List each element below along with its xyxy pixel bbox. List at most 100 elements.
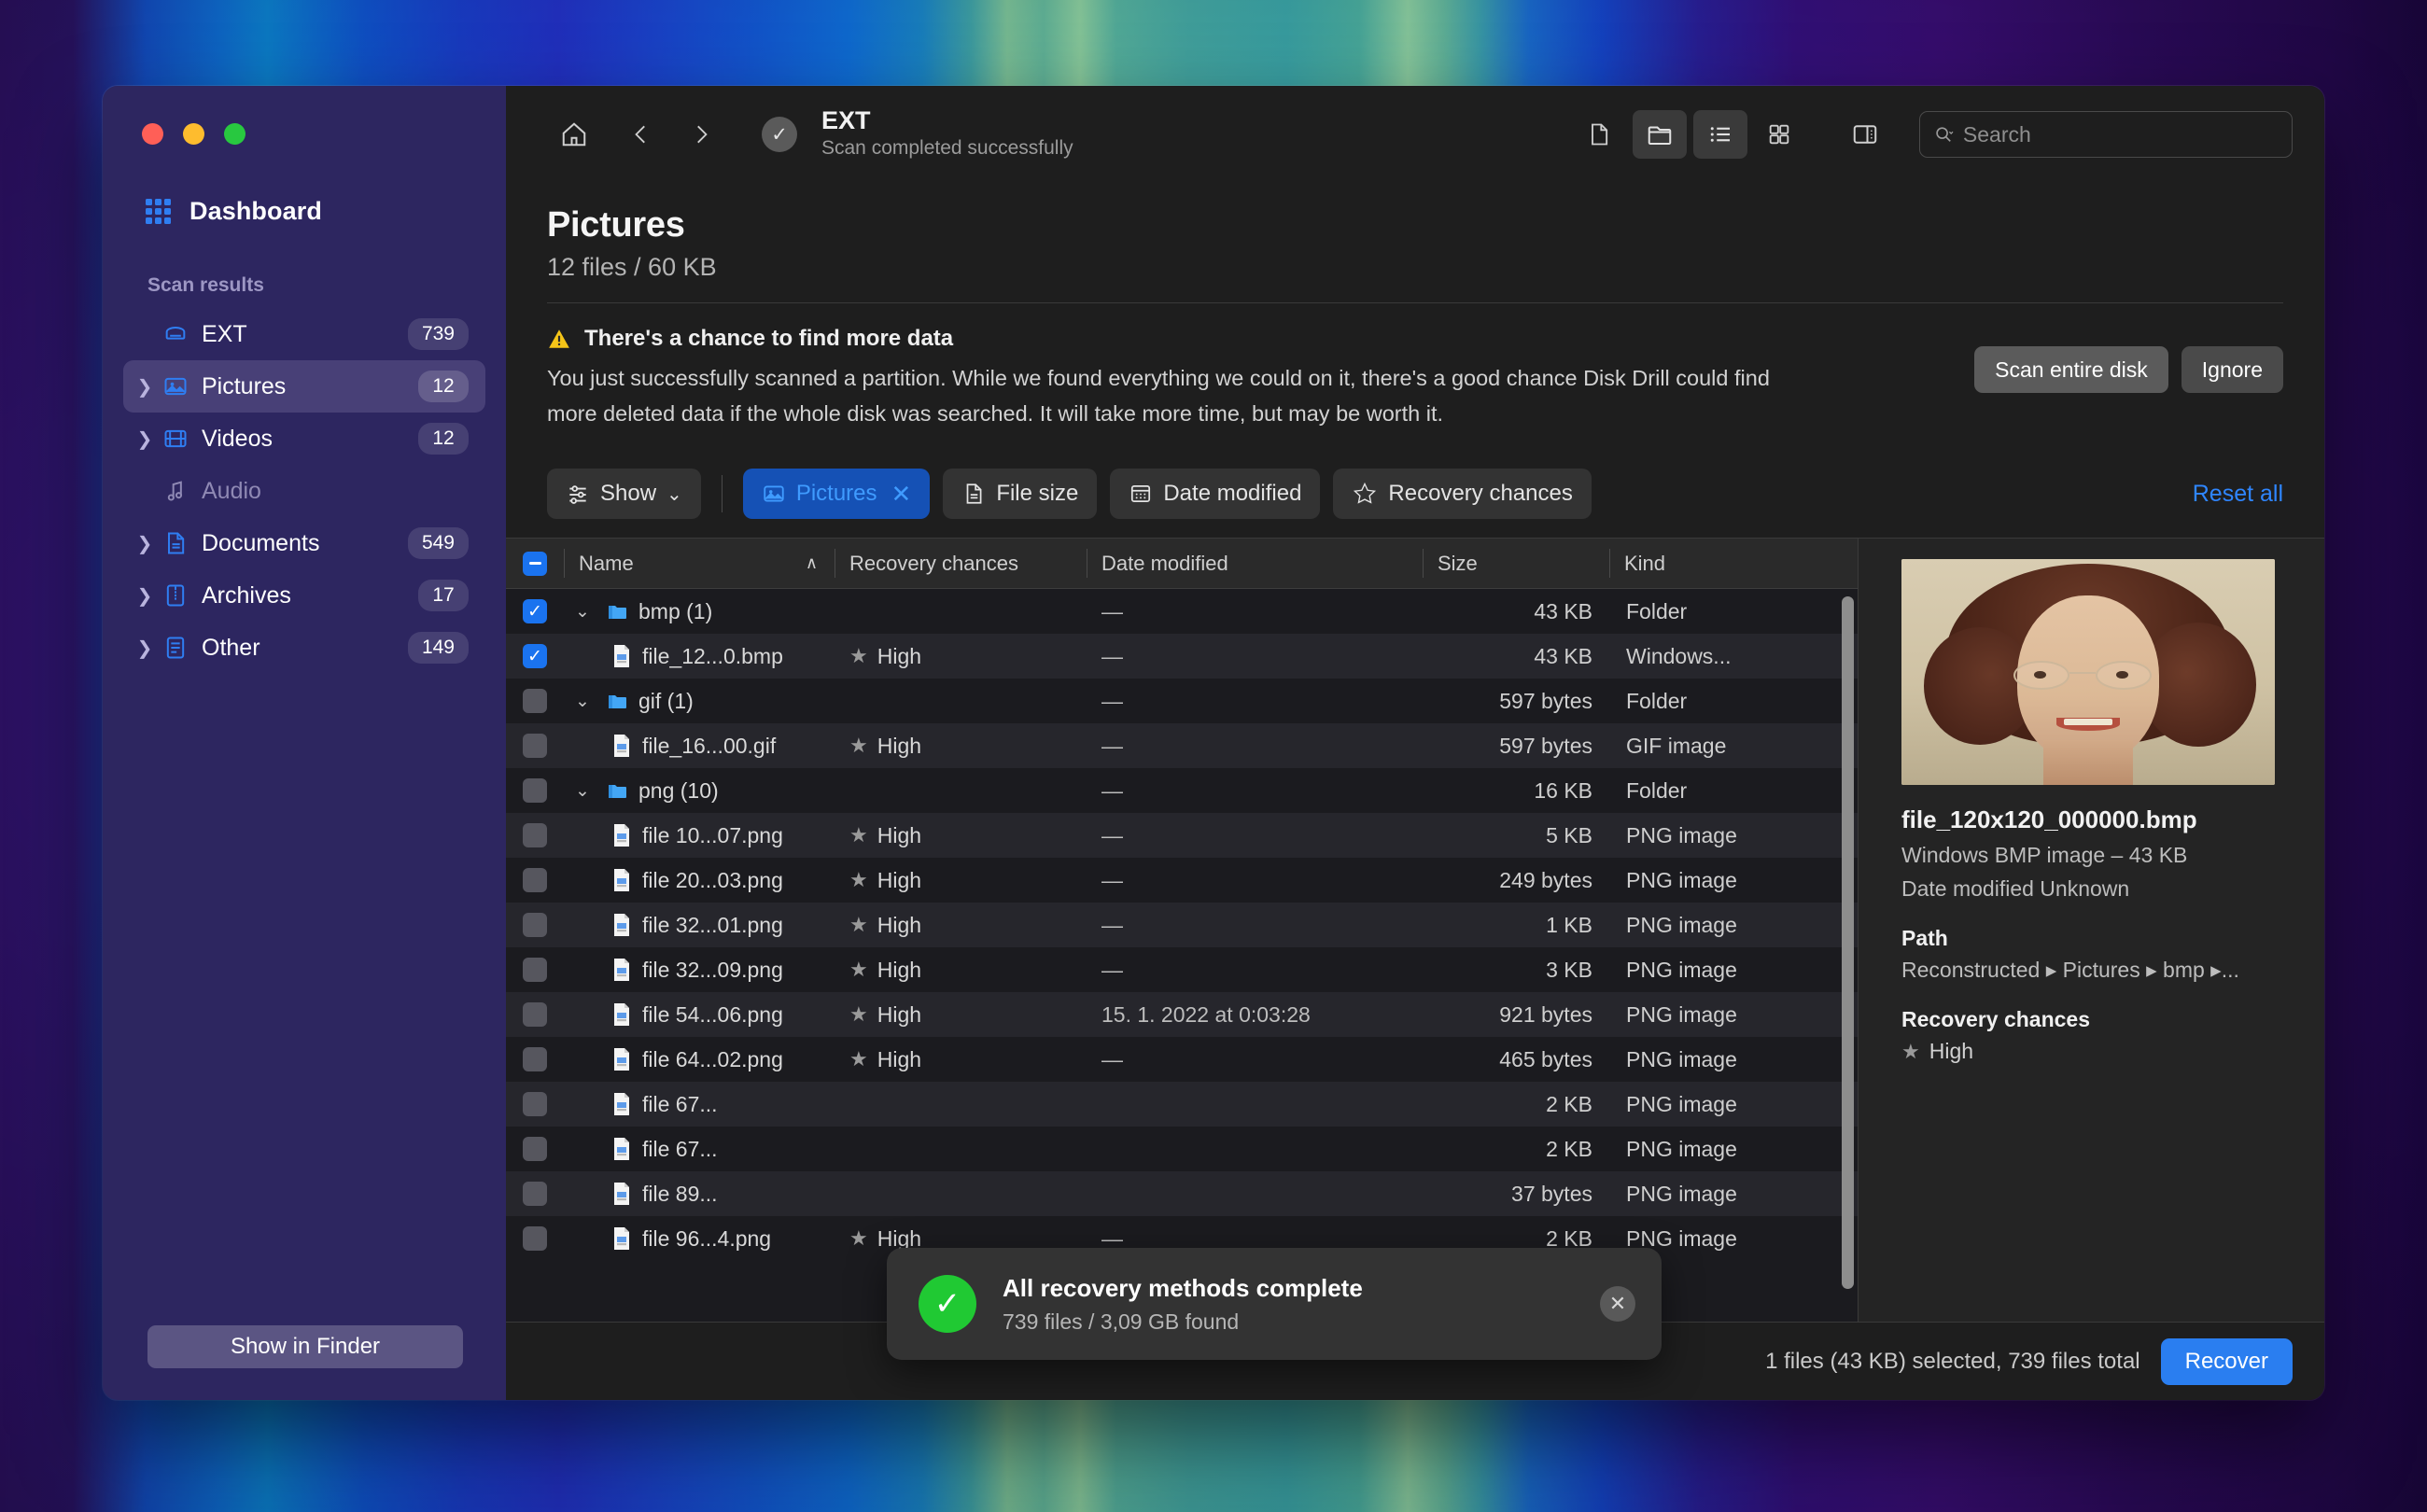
reset-all-button[interactable]: Reset all [2193,481,2283,508]
scrollbar-thumb[interactable] [1842,596,1854,1290]
show-filter-dropdown[interactable]: Show ⌄ [547,469,701,520]
search-input[interactable] [1962,121,2279,147]
column-header-name[interactable]: Name ∧ [564,539,835,588]
row-checkbox[interactable] [523,913,547,938]
show-in-finder-button[interactable]: Show in Finder [147,1325,463,1368]
filter-chip-date-modified[interactable]: Date modified [1110,469,1321,520]
row-checkbox[interactable] [523,1182,547,1207]
grid-icon[interactable] [1754,110,1804,159]
row-kind-cell: GIF image [1626,733,1727,758]
sidebar-item-videos[interactable]: ❯ Videos 12 [123,413,485,465]
row-checkbox-cell[interactable] [506,858,564,903]
chevron-right-icon[interactable] [674,110,728,159]
chevron-right-icon[interactable]: ❯ [133,637,157,659]
banner-text-group: There's a chance to find more data You j… [547,326,1956,431]
home-icon[interactable] [547,110,601,159]
sidebar-item-pictures[interactable]: ❯ Pictures 12 [123,360,485,413]
chevron-right-icon[interactable]: ❯ [133,584,157,607]
chevron-right-icon[interactable]: ❯ [133,427,157,450]
row-checkbox-cell[interactable] [506,1171,564,1216]
filter-chip-pictures[interactable]: Pictures ✕ [742,469,931,520]
row-name-cell: file 32...01.png [564,903,835,947]
file-icon[interactable] [1572,110,1626,159]
row-checkbox[interactable] [523,1002,547,1028]
row-checkbox[interactable] [523,1047,547,1072]
select-all-checkbox[interactable] [523,551,547,576]
sidebar-item-other[interactable]: ❯ Other 149 [123,622,485,674]
sidebar-item-audio[interactable]: Audio [123,465,485,517]
column-header-date[interactable]: Date modified [1087,539,1423,588]
chevron-right-icon[interactable]: ❯ [133,532,157,554]
row-checkbox-cell[interactable] [506,992,564,1037]
row-name-cell: file 67... [564,1082,835,1127]
folder-icon[interactable] [1633,110,1687,159]
row-checkbox-cell[interactable] [506,903,564,947]
row-checkbox-cell[interactable] [506,1216,564,1261]
table-row[interactable]: file 32...01.png ★ High — 1 KB PNG image [506,903,1858,948]
row-checkbox-cell[interactable] [506,679,564,723]
column-header-size[interactable]: Size [1423,539,1609,588]
minimize-window-button[interactable] [183,123,204,145]
sidebar-item-ext[interactable]: EXT 739 [123,308,485,360]
row-checkbox-cell[interactable] [506,1037,564,1082]
row-checkbox[interactable] [523,1092,547,1117]
table-row[interactable]: ⌄ bmp (1) — 43 KB Folder [506,589,1858,634]
sidebar-item-documents[interactable]: ❯ Documents 549 [123,517,485,569]
sidebar-item-dashboard[interactable]: Dashboard [129,189,480,233]
column-header-kind[interactable]: Kind [1609,539,1858,588]
row-size-cell: 1 KB [1546,912,1592,937]
row-checkbox[interactable] [523,868,547,893]
row-checkbox-cell[interactable] [506,768,564,813]
disclosure-triangle-icon[interactable]: ⌄ [575,691,596,711]
row-checkbox-cell[interactable] [506,1082,564,1127]
row-checkbox[interactable] [523,1137,547,1162]
search-field[interactable] [1919,111,2293,158]
row-checkbox-cell[interactable] [506,1127,564,1171]
filter-chip-recovery-chances[interactable]: Recovery chances [1333,469,1592,520]
table-row[interactable]: ⌄ gif (1) — 597 bytes Folder [506,679,1858,723]
row-checkbox[interactable] [523,958,547,983]
table-row[interactable]: file_16...00.gif ★ High — 597 bytes GIF image [506,723,1858,769]
select-all-header[interactable] [506,539,564,588]
column-header-recovery[interactable]: Recovery chances [835,539,1087,588]
close-window-button[interactable] [142,123,163,145]
table-row[interactable]: ⌄ png (10) — 16 KB Folder [506,768,1858,813]
ignore-banner-button[interactable]: Ignore [2181,346,2283,393]
row-checkbox[interactable] [523,734,547,759]
row-checkbox-cell[interactable] [506,634,564,679]
table-scrollbar[interactable] [1841,595,1854,1316]
row-checkbox[interactable] [523,823,547,848]
table-row[interactable]: file 54...06.png ★ High 15. 1. 2022 at 0:03… [506,992,1858,1038]
row-checkbox[interactable] [523,599,547,624]
sidebar-icon[interactable] [1838,110,1892,159]
maximize-window-button[interactable] [224,123,246,145]
chevron-left-icon[interactable] [614,110,668,159]
table-row[interactable]: file 89... 37 bytes PNG image [506,1171,1858,1217]
row-checkbox-cell[interactable] [506,723,564,768]
toolbar-title-group: EXT Scan completed successfully [821,106,1073,161]
row-checkbox-cell[interactable] [506,813,564,858]
table-row[interactable]: file_12...0.bmp ★ High — 43 KB Windows... [506,634,1858,679]
table-row[interactable]: file 64...02.png ★ High — 465 bytes PNG image [506,1037,1858,1082]
row-checkbox-cell[interactable] [506,589,564,634]
disclosure-triangle-icon[interactable]: ⌄ [575,601,596,622]
scan-entire-disk-button[interactable]: Scan entire disk [1974,346,2168,393]
row-checkbox[interactable] [523,1226,547,1252]
list-icon[interactable] [1693,110,1747,159]
disclosure-triangle-icon[interactable]: ⌄ [575,780,596,801]
table-row[interactable]: file 32...09.png ★ High — 3 KB PNG image [506,947,1858,992]
row-checkbox[interactable] [523,644,547,669]
row-checkbox-cell[interactable] [506,947,564,992]
row-checkbox[interactable] [523,689,547,714]
table-row[interactable]: file 67... 2 KB PNG image [506,1082,1858,1127]
close-icon[interactable]: ✕ [1600,1286,1635,1322]
remove-filter-icon[interactable]: ✕ [891,480,912,509]
filter-chip-file-size[interactable]: File size [943,469,1098,520]
table-row[interactable]: file 20...03.png ★ High — 249 bytes PNG image [506,858,1858,903]
recover-button[interactable]: Recover [2160,1337,2293,1385]
table-row[interactable]: file 10...07.png ★ High — 5 KB PNG image [506,813,1858,859]
table-row[interactable]: file 67... 2 KB PNG image [506,1127,1858,1171]
sidebar-item-archives[interactable]: ❯ Archives 17 [123,569,485,622]
chevron-right-icon[interactable]: ❯ [133,375,157,398]
row-checkbox[interactable] [523,778,547,804]
